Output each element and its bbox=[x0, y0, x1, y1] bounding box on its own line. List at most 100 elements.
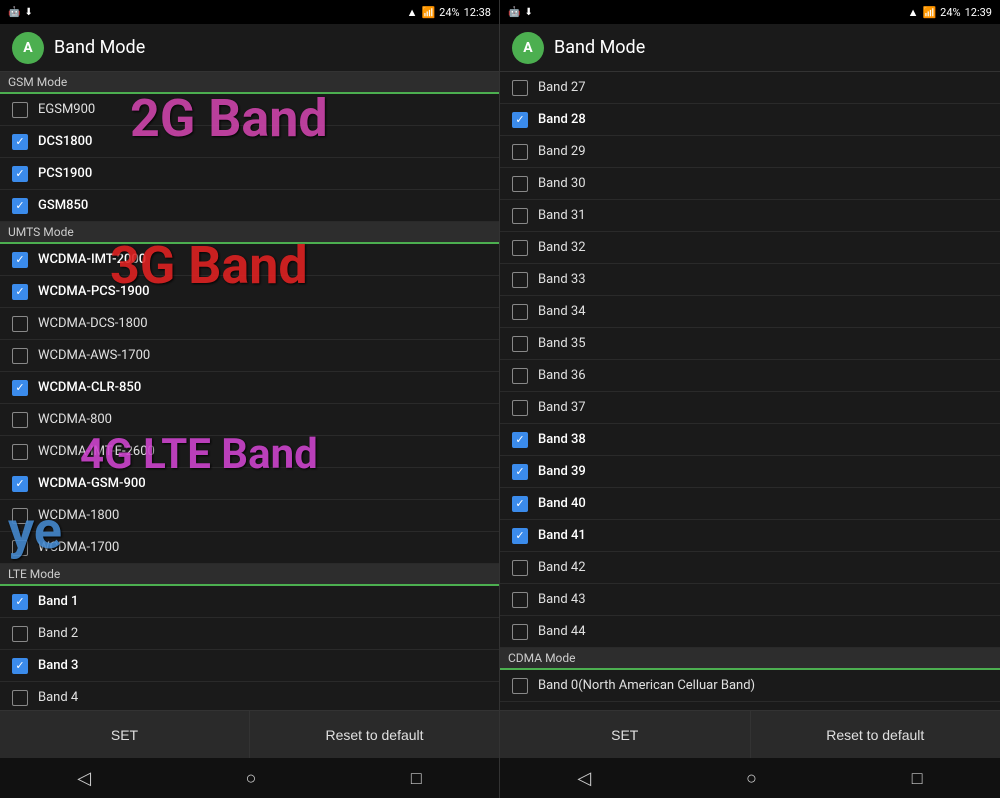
checkbox-band37[interactable] bbox=[512, 400, 528, 416]
wifi-icon: 📶 bbox=[421, 6, 435, 19]
app-icon-right: A bbox=[512, 32, 544, 64]
checkbox-wcdma-gsm900[interactable] bbox=[12, 476, 28, 492]
checkbox-gsm850[interactable] bbox=[12, 198, 28, 214]
label-wcdma-clr850: WCDMA-CLR-850 bbox=[38, 380, 141, 395]
label-band38: Band 38 bbox=[538, 432, 586, 447]
checkbox-wcdma-dcs1800[interactable] bbox=[12, 316, 28, 332]
checkbox-band40[interactable] bbox=[512, 496, 528, 512]
label-band29: Band 29 bbox=[538, 144, 586, 159]
list-item[interactable]: Band 41 bbox=[500, 520, 1000, 552]
label-band2: Band 2 bbox=[38, 626, 78, 641]
nav-recent-right[interactable]: □ bbox=[912, 768, 923, 789]
list-item[interactable]: WCDMA-IMT-2000 bbox=[0, 244, 499, 276]
checkbox-dcs1800[interactable] bbox=[12, 134, 28, 150]
checkbox-wcdma-clr850[interactable] bbox=[12, 380, 28, 396]
content-right[interactable]: Band 27 Band 28 Band 29 Band 30 Band 31 … bbox=[500, 72, 1000, 710]
list-item[interactable]: Band 1 bbox=[0, 586, 499, 618]
content-left[interactable]: GSM Mode EGSM900 DCS1800 PCS1900 GSM850 … bbox=[0, 72, 499, 710]
list-item[interactable]: Band 2 bbox=[0, 618, 499, 650]
set-button-left[interactable]: SET bbox=[0, 711, 250, 758]
nav-home-right[interactable]: ○ bbox=[746, 768, 757, 789]
nav-home-left[interactable]: ○ bbox=[246, 768, 257, 789]
list-item[interactable]: WCDMA-1700 bbox=[0, 532, 499, 564]
checkbox-band34[interactable] bbox=[512, 304, 528, 320]
nav-recent-left[interactable]: □ bbox=[411, 768, 422, 789]
checkbox-band30[interactable] bbox=[512, 176, 528, 192]
list-item[interactable]: Band 40 bbox=[500, 488, 1000, 520]
list-item[interactable]: EGSM900 bbox=[0, 94, 499, 126]
reset-button-right[interactable]: Reset to default bbox=[751, 711, 1000, 758]
checkbox-wcdma-1700[interactable] bbox=[12, 540, 28, 556]
list-item[interactable]: Band 3 bbox=[0, 650, 499, 682]
checkbox-band44[interactable] bbox=[512, 624, 528, 640]
checkbox-band4[interactable] bbox=[12, 690, 28, 706]
label-wcdma-gsm900: WCDMA-GSM-900 bbox=[38, 476, 146, 491]
label-gsm850: GSM850 bbox=[38, 198, 88, 213]
list-item[interactable]: Band 30 bbox=[500, 168, 1000, 200]
label-band43: Band 43 bbox=[538, 592, 586, 607]
list-item[interactable]: WCDMA-AWS-1700 bbox=[0, 340, 499, 372]
list-item[interactable]: Band 32 bbox=[500, 232, 1000, 264]
checkbox-band38[interactable] bbox=[512, 432, 528, 448]
label-band36: Band 36 bbox=[538, 368, 586, 383]
checkbox-band1[interactable] bbox=[12, 594, 28, 610]
checkbox-cdma-band0[interactable] bbox=[512, 678, 528, 694]
checkbox-band32[interactable] bbox=[512, 240, 528, 256]
list-item[interactable]: Band 29 bbox=[500, 136, 1000, 168]
checkbox-band31[interactable] bbox=[512, 208, 528, 224]
reset-button-left[interactable]: Reset to default bbox=[250, 711, 499, 758]
list-item[interactable]: Band 38 bbox=[500, 424, 1000, 456]
label-band42: Band 42 bbox=[538, 560, 586, 575]
list-item[interactable]: WCDMA-CLR-850 bbox=[0, 372, 499, 404]
checkbox-band43[interactable] bbox=[512, 592, 528, 608]
list-item[interactable]: Band 43 bbox=[500, 584, 1000, 616]
list-item[interactable]: GSM850 bbox=[0, 190, 499, 222]
checkbox-wcdma-imt-e2600[interactable] bbox=[12, 444, 28, 460]
list-item[interactable]: Band 1(North American PCS band) bbox=[500, 702, 1000, 710]
checkbox-band39[interactable] bbox=[512, 464, 528, 480]
list-item[interactable]: WCDMA-GSM-900 bbox=[0, 468, 499, 500]
set-button-right[interactable]: SET bbox=[500, 711, 751, 758]
list-item[interactable]: WCDMA-DCS-1800 bbox=[0, 308, 499, 340]
list-item[interactable]: Band 37 bbox=[500, 392, 1000, 424]
checkbox-band42[interactable] bbox=[512, 560, 528, 576]
checkbox-band29[interactable] bbox=[512, 144, 528, 160]
list-item[interactable]: Band 28 bbox=[500, 104, 1000, 136]
checkbox-band27[interactable] bbox=[512, 80, 528, 96]
list-item[interactable]: Band 33 bbox=[500, 264, 1000, 296]
checkbox-band2[interactable] bbox=[12, 626, 28, 642]
checkbox-band28[interactable] bbox=[512, 112, 528, 128]
list-item[interactable]: WCDMA-PCS-1900 bbox=[0, 276, 499, 308]
checkbox-band35[interactable] bbox=[512, 336, 528, 352]
list-item[interactable]: WCDMA-IMT-E-2600 bbox=[0, 436, 499, 468]
checkbox-wcdma-aws1700[interactable] bbox=[12, 348, 28, 364]
checkbox-band36[interactable] bbox=[512, 368, 528, 384]
list-item[interactable]: WCDMA-1800 bbox=[0, 500, 499, 532]
checkbox-pcs1900[interactable] bbox=[12, 166, 28, 182]
checkbox-wcdma-imt2000[interactable] bbox=[12, 252, 28, 268]
list-item[interactable]: Band 44 bbox=[500, 616, 1000, 648]
label-wcdma-dcs1800: WCDMA-DCS-1800 bbox=[38, 316, 148, 331]
checkbox-egsm900[interactable] bbox=[12, 102, 28, 118]
list-item[interactable]: Band 36 bbox=[500, 360, 1000, 392]
list-item[interactable]: DCS1800 bbox=[0, 126, 499, 158]
list-item[interactable]: Band 35 bbox=[500, 328, 1000, 360]
checkbox-band41[interactable] bbox=[512, 528, 528, 544]
list-item[interactable]: Band 0(North American Celluar Band) bbox=[500, 670, 1000, 702]
list-item[interactable]: Band 31 bbox=[500, 200, 1000, 232]
label-wcdma-1700: WCDMA-1700 bbox=[38, 540, 119, 555]
checkbox-wcdma-pcs1900[interactable] bbox=[12, 284, 28, 300]
checkbox-band33[interactable] bbox=[512, 272, 528, 288]
list-item[interactable]: WCDMA-800 bbox=[0, 404, 499, 436]
list-item[interactable]: Band 42 bbox=[500, 552, 1000, 584]
nav-back-left[interactable]: ◁ bbox=[77, 768, 91, 789]
list-item[interactable]: PCS1900 bbox=[0, 158, 499, 190]
list-item[interactable]: Band 27 bbox=[500, 72, 1000, 104]
list-item[interactable]: Band 39 bbox=[500, 456, 1000, 488]
checkbox-wcdma-800[interactable] bbox=[12, 412, 28, 428]
checkbox-band3[interactable] bbox=[12, 658, 28, 674]
list-item[interactable]: Band 4 bbox=[0, 682, 499, 710]
nav-back-right[interactable]: ◁ bbox=[577, 768, 591, 789]
checkbox-wcdma-1800[interactable] bbox=[12, 508, 28, 524]
list-item[interactable]: Band 34 bbox=[500, 296, 1000, 328]
